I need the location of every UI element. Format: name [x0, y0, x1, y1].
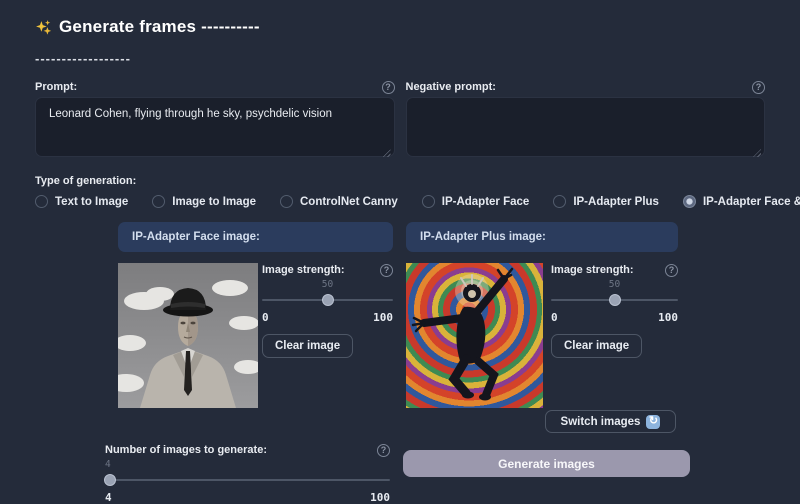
plus-strength-label: Image strength:: [551, 264, 634, 276]
radio-circle-icon[interactable]: [280, 195, 293, 208]
generation-type-radio-group: Text to Image Image to Image ControlNet …: [35, 194, 765, 209]
plus-strength-max: 100: [658, 311, 678, 323]
switch-images-label: Switch images: [561, 416, 641, 428]
slider-handle[interactable]: [609, 294, 621, 306]
switch-images-row: Switch images ↻: [545, 410, 676, 433]
generate-frames-page: Generate frames ---------- -------------…: [0, 0, 800, 501]
ip-adapter-face-panel: IP-Adapter Face image:: [118, 222, 393, 408]
radio-ip-adapter-face[interactable]: IP-Adapter Face: [422, 195, 530, 208]
slider-track[interactable]: [105, 479, 390, 481]
prompt-row: Prompt: ? Leonard Cohen, flying through …: [35, 80, 765, 162]
prompt-help-icon[interactable]: ?: [382, 81, 395, 94]
num-images-label: Number of images to generate:: [105, 444, 267, 456]
face-strength-help-icon[interactable]: ?: [380, 264, 393, 277]
num-images-slider[interactable]: [105, 474, 390, 486]
plus-strength-controls: Image strength: ? 50 0 100 Clear image: [551, 263, 678, 408]
plus-strength-value: 50: [551, 279, 678, 290]
plus-clear-image-button[interactable]: Clear image: [551, 334, 642, 358]
bottom-row: Number of images to generate: ? 4 4 100 …: [35, 443, 765, 503]
switch-images-button[interactable]: Switch images ↻: [545, 410, 676, 433]
plus-strength-help-icon[interactable]: ?: [665, 264, 678, 277]
generation-type-label: Type of generation:: [35, 175, 765, 188]
ip-adapter-plus-header[interactable]: IP-Adapter Plus image:: [406, 222, 678, 252]
radio-circle-icon[interactable]: [152, 195, 165, 208]
switch-arrows-icon: ↻: [646, 415, 660, 429]
face-clear-image-button[interactable]: Clear image: [262, 334, 353, 358]
face-strength-max: 100: [373, 311, 393, 323]
negative-prompt-column: Negative prompt: ?: [406, 80, 766, 162]
leaping-man-silhouette: [406, 263, 543, 408]
prompt-textarea-wrap: Leonard Cohen, flying through he sky, ps…: [35, 97, 395, 162]
num-images-max: 100: [370, 491, 390, 503]
negative-prompt-help-icon[interactable]: ?: [752, 81, 765, 94]
radio-circle-icon[interactable]: [553, 195, 566, 208]
plus-strength-slider[interactable]: [551, 294, 678, 306]
negative-prompt-label: Negative prompt:: [406, 81, 496, 93]
ip-adapter-plus-image[interactable]: [406, 263, 543, 408]
radio-text-to-image[interactable]: Text to Image: [35, 195, 128, 208]
radio-image-to-image[interactable]: Image to Image: [152, 195, 256, 208]
face-strength-slider[interactable]: [262, 294, 393, 306]
plus-strength-min: 0: [551, 311, 558, 323]
generate-wrap: Generate images: [403, 443, 690, 503]
radio-circle-icon[interactable]: [422, 195, 435, 208]
num-images-min: 4: [105, 491, 112, 503]
num-images-value: 4: [105, 459, 390, 470]
face-strength-min: 0: [262, 311, 269, 323]
prompt-label: Prompt:: [35, 81, 77, 93]
radio-circle-icon[interactable]: [35, 195, 48, 208]
radio-circle-selected-icon[interactable]: [683, 195, 696, 208]
num-images-block: Number of images to generate: ? 4 4 100: [105, 443, 390, 503]
ip-adapter-face-image[interactable]: [118, 263, 258, 408]
ip-adapter-plus-panel: IP-Adapter Plus image:: [406, 222, 678, 408]
slider-handle[interactable]: [322, 294, 334, 306]
negative-prompt-input[interactable]: [406, 97, 766, 157]
prompt-input[interactable]: Leonard Cohen, flying through he sky, ps…: [35, 97, 395, 157]
face-strength-value: 50: [262, 279, 393, 290]
negative-prompt-textarea-wrap: [406, 97, 766, 162]
radio-ip-adapter-face-and-plus[interactable]: IP-Adapter Face & Plus: [683, 195, 800, 208]
portrait-photo: [118, 263, 258, 408]
face-strength-controls: Image strength: ? 50 0 100 Clear image: [262, 263, 393, 408]
prompt-column: Prompt: ? Leonard Cohen, flying through …: [35, 80, 395, 162]
radio-ip-adapter-plus[interactable]: IP-Adapter Plus: [553, 195, 659, 208]
radio-controlnet-canny[interactable]: ControlNet Canny: [280, 195, 398, 208]
generate-images-button[interactable]: Generate images: [403, 450, 690, 477]
num-images-help-icon[interactable]: ?: [377, 444, 390, 457]
ip-adapter-panels: IP-Adapter Face image:: [118, 222, 678, 433]
face-strength-label: Image strength:: [262, 264, 345, 276]
dashes-divider: ------------------: [35, 51, 765, 64]
sparkles-icon: [35, 19, 52, 36]
page-title-row: Generate frames ----------: [35, 16, 765, 38]
page-title: Generate frames ----------: [59, 17, 260, 37]
slider-handle[interactable]: [104, 474, 116, 486]
ip-adapter-face-header[interactable]: IP-Adapter Face image:: [118, 222, 393, 252]
